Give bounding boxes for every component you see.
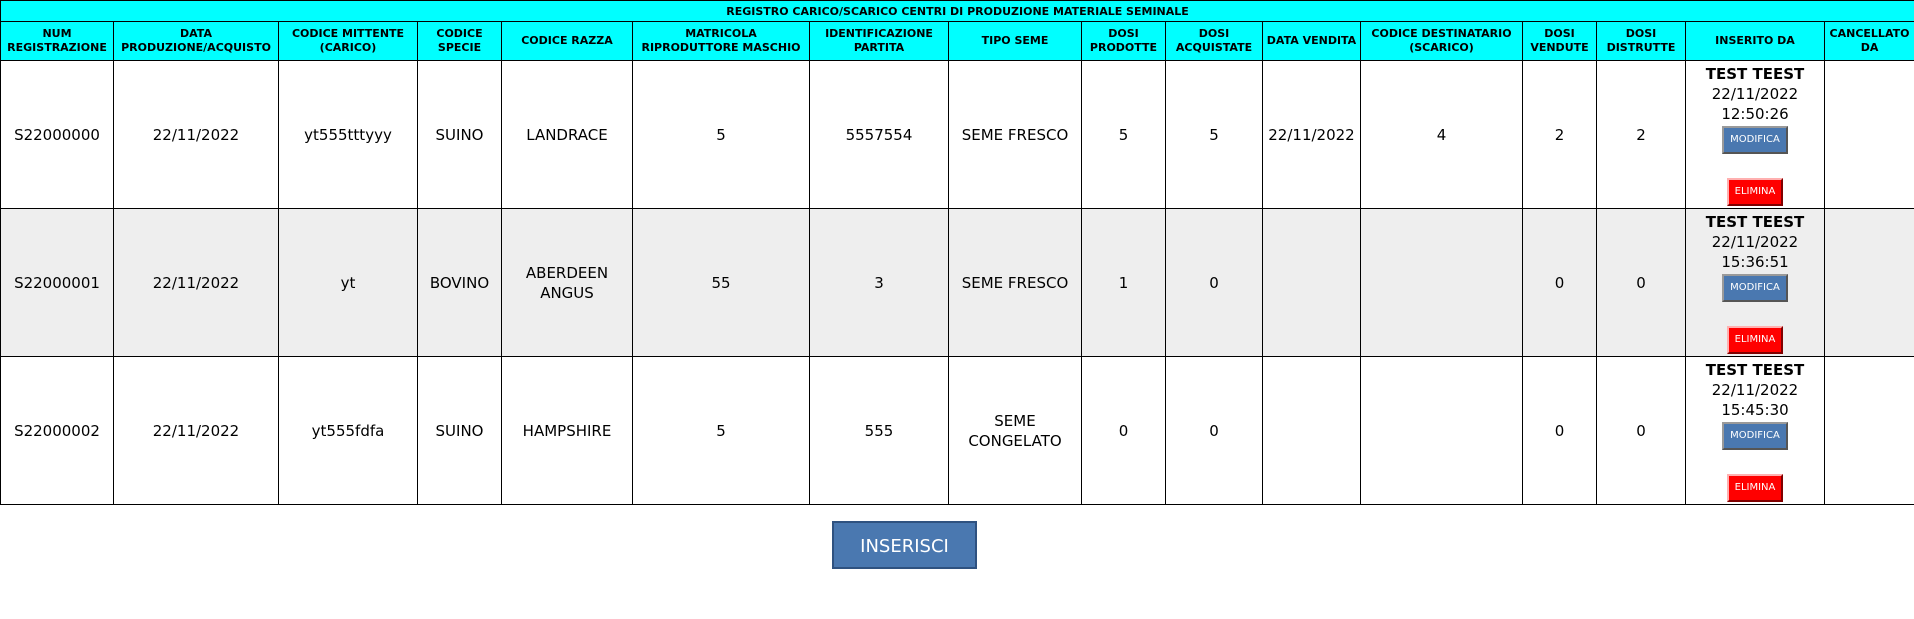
table-row: S22000001 22/11/2022 yt BOVINO ABERDEEN … bbox=[1, 209, 1914, 357]
inserted-by-date: 22/11/2022 bbox=[1686, 380, 1824, 400]
cell-matricola: 5 bbox=[633, 357, 810, 505]
cell-codice-razza: HAMPSHIRE bbox=[502, 357, 633, 505]
register-table: REGISTRO CARICO/SCARICO CENTRI DI PRODUZ… bbox=[0, 0, 1914, 505]
inserted-by-time: 12:50:26 bbox=[1686, 104, 1824, 124]
cell-inserito-da: TEST TEEST 22/11/2022 15:36:51 MODIFICA … bbox=[1686, 209, 1825, 357]
insert-new-button[interactable]: INSERISCI NUOVO bbox=[832, 521, 977, 569]
cell-codice-mittente: yt bbox=[279, 209, 418, 357]
cell-data-produzione: 22/11/2022 bbox=[114, 209, 279, 357]
inserted-by-time: 15:36:51 bbox=[1686, 252, 1824, 272]
header-row: NUM REGISTRAZIONE DATA PRODUZIONE/ACQUIS… bbox=[1, 22, 1914, 61]
col-header-dosi-distrutte: DOSI DISTRUTTE bbox=[1597, 22, 1686, 61]
cell-dosi-acquistate: 5 bbox=[1166, 61, 1263, 209]
inserted-by-name: TEST TEEST bbox=[1686, 64, 1824, 84]
cell-codice-specie: BOVINO bbox=[418, 209, 502, 357]
cell-matricola: 5 bbox=[633, 61, 810, 209]
col-header-data-produzione: DATA PRODUZIONE/ACQUISTO bbox=[114, 22, 279, 61]
inserted-by-date: 22/11/2022 bbox=[1686, 232, 1824, 252]
cell-tipo-seme: SEME FRESCO bbox=[949, 209, 1082, 357]
table-row: S22000000 22/11/2022 yt555tttyyy SUINO L… bbox=[1, 61, 1914, 209]
table-title: REGISTRO CARICO/SCARICO CENTRI DI PRODUZ… bbox=[1, 1, 1914, 22]
cell-data-produzione: 22/11/2022 bbox=[114, 61, 279, 209]
col-header-codice-destinatario: CODICE DESTINATARIO (SCARICO) bbox=[1361, 22, 1523, 61]
cell-dosi-prodotte: 1 bbox=[1082, 209, 1166, 357]
cell-identificazione-partita: 5557554 bbox=[810, 61, 949, 209]
cell-data-produzione: 22/11/2022 bbox=[114, 357, 279, 505]
inserted-by-date: 22/11/2022 bbox=[1686, 84, 1824, 104]
cell-inserito-da: TEST TEEST 22/11/2022 12:50:26 MODIFICA … bbox=[1686, 61, 1825, 209]
inserted-by-time: 15:45:30 bbox=[1686, 400, 1824, 420]
cell-tipo-seme: SEME CONGELATO bbox=[949, 357, 1082, 505]
modify-button[interactable]: MODIFICA bbox=[1722, 422, 1788, 450]
cell-codice-razza: ABERDEEN ANGUS bbox=[502, 209, 633, 357]
cell-codice-specie: SUINO bbox=[418, 61, 502, 209]
cell-data-vendita bbox=[1263, 357, 1361, 505]
cell-codice-razza: LANDRACE bbox=[502, 61, 633, 209]
cell-codice-mittente: yt555tttyyy bbox=[279, 61, 418, 209]
cell-data-vendita: 22/11/2022 bbox=[1263, 61, 1361, 209]
col-header-codice-razza: CODICE RAZZA bbox=[502, 22, 633, 61]
cell-dosi-distrutte: 0 bbox=[1597, 209, 1686, 357]
cell-dosi-prodotte: 5 bbox=[1082, 61, 1166, 209]
col-header-codice-specie: CODICE SPECIE bbox=[418, 22, 502, 61]
cell-dosi-vendute: 0 bbox=[1523, 357, 1597, 505]
cell-dosi-vendute: 0 bbox=[1523, 209, 1597, 357]
cell-num-registrazione: S22000000 bbox=[1, 61, 114, 209]
cell-codice-specie: SUINO bbox=[418, 357, 502, 505]
table-row: S22000002 22/11/2022 yt555fdfa SUINO HAM… bbox=[1, 357, 1914, 505]
col-header-data-vendita: DATA VENDITA bbox=[1263, 22, 1361, 61]
col-header-dosi-vendute: DOSI VENDUTE bbox=[1523, 22, 1597, 61]
col-header-tipo-seme: TIPO SEME bbox=[949, 22, 1082, 61]
cell-num-registrazione: S22000001 bbox=[1, 209, 114, 357]
cell-num-registrazione: S22000002 bbox=[1, 357, 114, 505]
modify-button[interactable]: MODIFICA bbox=[1722, 274, 1788, 302]
cell-data-vendita bbox=[1263, 209, 1361, 357]
col-header-dosi-acquistate: DOSI ACQUISTATE bbox=[1166, 22, 1263, 61]
cell-dosi-prodotte: 0 bbox=[1082, 357, 1166, 505]
cell-dosi-acquistate: 0 bbox=[1166, 357, 1263, 505]
cell-cancellato-da bbox=[1825, 357, 1914, 505]
col-header-num-registrazione: NUM REGISTRAZIONE bbox=[1, 22, 114, 61]
cell-inserito-da: TEST TEEST 22/11/2022 15:45:30 MODIFICA … bbox=[1686, 357, 1825, 505]
cell-matricola: 55 bbox=[633, 209, 810, 357]
cell-dosi-distrutte: 0 bbox=[1597, 357, 1686, 505]
col-header-codice-mittente: CODICE MITTENTE (CARICO) bbox=[279, 22, 418, 61]
modify-button[interactable]: MODIFICA bbox=[1722, 126, 1788, 154]
cell-dosi-acquistate: 0 bbox=[1166, 209, 1263, 357]
col-header-identificazione-partita: IDENTIFICAZIONE PARTITA bbox=[810, 22, 949, 61]
cell-codice-destinatario: 4 bbox=[1361, 61, 1523, 209]
inserted-by-name: TEST TEEST bbox=[1686, 360, 1824, 380]
inserted-by-name: TEST TEEST bbox=[1686, 212, 1824, 232]
cell-codice-destinatario bbox=[1361, 209, 1523, 357]
cell-codice-mittente: yt555fdfa bbox=[279, 357, 418, 505]
cell-cancellato-da bbox=[1825, 61, 1914, 209]
col-header-dosi-prodotte: DOSI PRODOTTE bbox=[1082, 22, 1166, 61]
cell-identificazione-partita: 3 bbox=[810, 209, 949, 357]
col-header-matricola: MATRICOLA RIPRODUTTORE MASCHIO bbox=[633, 22, 810, 61]
cell-codice-destinatario bbox=[1361, 357, 1523, 505]
cell-dosi-vendute: 2 bbox=[1523, 61, 1597, 209]
delete-button[interactable]: ELIMINA bbox=[1727, 326, 1784, 354]
col-header-cancellato-da: CANCELLATO DA bbox=[1825, 22, 1914, 61]
cell-tipo-seme: SEME FRESCO bbox=[949, 61, 1082, 209]
delete-button[interactable]: ELIMINA bbox=[1727, 178, 1784, 206]
delete-button[interactable]: ELIMINA bbox=[1727, 474, 1784, 502]
col-header-inserito-da: INSERITO DA bbox=[1686, 22, 1825, 61]
cell-dosi-distrutte: 2 bbox=[1597, 61, 1686, 209]
cell-cancellato-da bbox=[1825, 209, 1914, 357]
cell-identificazione-partita: 555 bbox=[810, 357, 949, 505]
footer-actions: INSERISCI NUOVO bbox=[0, 505, 1914, 575]
